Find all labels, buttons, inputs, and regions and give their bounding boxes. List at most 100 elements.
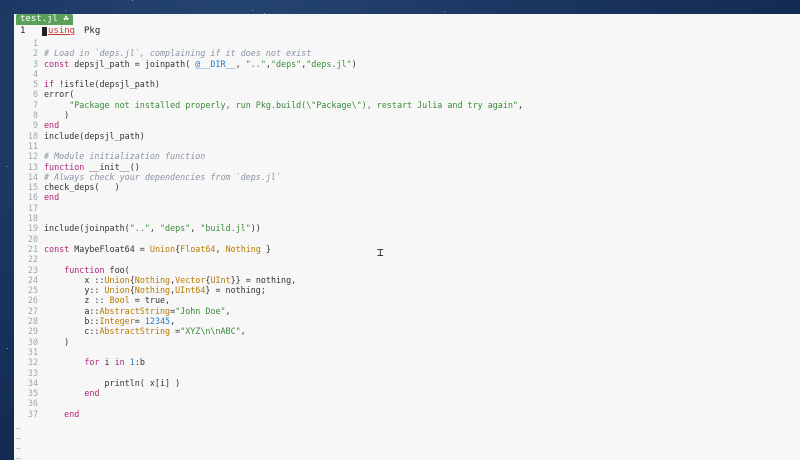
code-line[interactable]: 21 const MaybeFloat64 = Union{Float64, No… (14, 244, 800, 254)
line-text: end (64, 408, 80, 419)
line-text: end (84, 388, 100, 399)
line-number: 6 (32, 89, 38, 100)
line-number: 27 (27, 305, 38, 316)
code-line[interactable]: 24 x ::Union{Nothing,Vector{UInt}} = not… (14, 275, 800, 285)
text-cursor (42, 27, 47, 36)
code-line[interactable]: 22 (14, 254, 800, 264)
code-line[interactable]: 37 end (14, 409, 800, 419)
code-line[interactable]: 2 # Load in `deps.jl`, complaining if it … (14, 48, 800, 58)
line-text: "Package not installed properly, run Pkg… (69, 99, 524, 110)
code-line[interactable]: 13 function __init__() (14, 162, 800, 172)
line-number: 19 (27, 223, 38, 234)
line-number: 1 (32, 38, 38, 48)
tab-bar: test.jl ☘ (14, 14, 800, 25)
empty-line-tilde: ~ (16, 454, 21, 460)
line-text: b::Integer= 12345, (44, 316, 176, 327)
code-line[interactable]: 7 "Package not installed properly, run P… (14, 100, 800, 110)
code-line[interactable]: 29 c::AbstractString ="XYZ\n\nABC", (14, 326, 800, 336)
line-number: 4 (32, 68, 38, 79)
code-line[interactable]: 33 (14, 368, 800, 378)
line-text: ) (44, 336, 70, 347)
code-line[interactable]: 8 ) (14, 110, 800, 120)
tab-test-jl[interactable]: test.jl ☘ (16, 14, 73, 25)
code-line[interactable]: 9 end (14, 120, 800, 130)
editor-window[interactable]: test.jl ☘ 1 using Pkg 1 2 # Load in `deps.… (14, 14, 800, 460)
code-line[interactable]: 5 if !isfile(depsjl_path) (14, 79, 800, 89)
code-line[interactable]: 1 (14, 38, 800, 48)
line-number: 25 (27, 285, 38, 296)
code-area[interactable]: 1 2 # Load in `deps.jl`, complaining if it… (14, 38, 800, 419)
line-number: 32 (27, 357, 38, 368)
code-line[interactable]: 26 z :: Bool = true, (14, 295, 800, 305)
code-line[interactable]: 4 (14, 69, 800, 79)
code-line[interactable]: 15 check_deps( ) (14, 182, 800, 192)
empty-line-tilde: ~ (16, 424, 21, 433)
code-line[interactable]: 16 end (14, 192, 800, 202)
line-number: 22 (27, 254, 38, 265)
line-text: # Always check your dependencies from `d… (44, 171, 281, 182)
line-text: for i in 1:b (84, 357, 145, 368)
line-text: y:: Union{Nothing,UInt64} = nothing; (44, 285, 266, 296)
code-line[interactable]: 36 (14, 398, 800, 408)
line-text: if !isfile(depsjl_path) (44, 79, 160, 90)
line-text: c::AbstractString ="XYZ\n\nABC", (44, 326, 246, 337)
line-number: 5 (32, 79, 38, 90)
line-text: function __init__() (44, 161, 140, 172)
code-line[interactable]: 12 # Module initialization function (14, 151, 800, 161)
code-line[interactable]: 11 (14, 141, 800, 151)
empty-line-tilde: ~ (16, 444, 21, 453)
star-dot (131, 0, 133, 2)
code-line[interactable]: 14 # Always check your dependencies from … (14, 172, 800, 182)
code-line[interactable]: 18 (14, 213, 800, 223)
code-line[interactable]: 27 a::AbstractString="John Doe", (14, 306, 800, 316)
line-text: # Module initialization function (44, 151, 206, 162)
line-text: const depsjl_path = joinpath( @__DIR__, … (44, 58, 357, 69)
line-text: x ::Union{Nothing,Vector{UInt}} = nothin… (44, 274, 297, 285)
line-number: 21 (27, 243, 38, 254)
empty-line-tilde: ~ (16, 434, 21, 443)
line-number: 28 (27, 316, 38, 327)
line-text: include(joinpath("..", "deps", "build.jl… (44, 223, 261, 234)
line-number: 37 (27, 408, 38, 419)
star-dot (65, 9, 67, 11)
code-line[interactable]: 17 (14, 203, 800, 213)
line-number: 8 (32, 110, 38, 121)
line-text: a::AbstractString="John Doe", (44, 305, 231, 316)
line-number: 34 (27, 377, 38, 388)
star-dot (6, 347, 8, 349)
code-line[interactable]: 19 include(joinpath("..", "deps", "build.… (14, 223, 800, 233)
star-dot (251, 9, 253, 11)
code-line[interactable]: 32 for i in 1:b (14, 357, 800, 367)
line-number: 2 (32, 48, 38, 59)
line-number: 15 (27, 182, 38, 193)
ibeam-cursor-icon: ⌶ (377, 246, 384, 259)
code-line[interactable]: 35 end (14, 388, 800, 398)
current-line-text: Pkg (84, 26, 101, 36)
code-line[interactable]: 31 (14, 347, 800, 357)
code-line[interactable]: 3 const depsjl_path = joinpath( @__DIR__,… (14, 59, 800, 69)
code-line[interactable]: 30 ) (14, 337, 800, 347)
line-number: 33 (27, 367, 38, 378)
line-number: 20 (27, 233, 38, 244)
current-line[interactable]: 1 using Pkg (14, 25, 800, 38)
line-text: const MaybeFloat64 = Union{Float64, Noth… (44, 243, 271, 254)
code-line[interactable]: 25 y:: Union{Nothing,UInt64} = nothing; (14, 285, 800, 295)
line-number: 9 (32, 120, 38, 131)
line-number: 31 (27, 346, 38, 357)
code-line[interactable]: 6 error( (14, 89, 800, 99)
line-text: function foo( (64, 264, 130, 275)
line-number: 16 (27, 192, 38, 203)
code-line[interactable]: 20 (14, 234, 800, 244)
line-text: error( (44, 89, 75, 100)
line-number: 18 (27, 213, 38, 224)
line-number: 23 (27, 264, 38, 275)
code-line[interactable]: 34 println( x[i] ) (14, 378, 800, 388)
line-text: include(depsjl_path) (44, 130, 145, 141)
empty-line-markers: ~~~~~ (16, 424, 21, 460)
star-dot (5, 165, 7, 167)
code-line[interactable]: 10 include(depsjl_path) (14, 131, 800, 141)
line-number: 36 (27, 398, 38, 409)
code-line[interactable]: 28 b::Integer= 12345, (14, 316, 800, 326)
line-number: 7 (32, 99, 38, 110)
code-line[interactable]: 23 function foo( (14, 265, 800, 275)
